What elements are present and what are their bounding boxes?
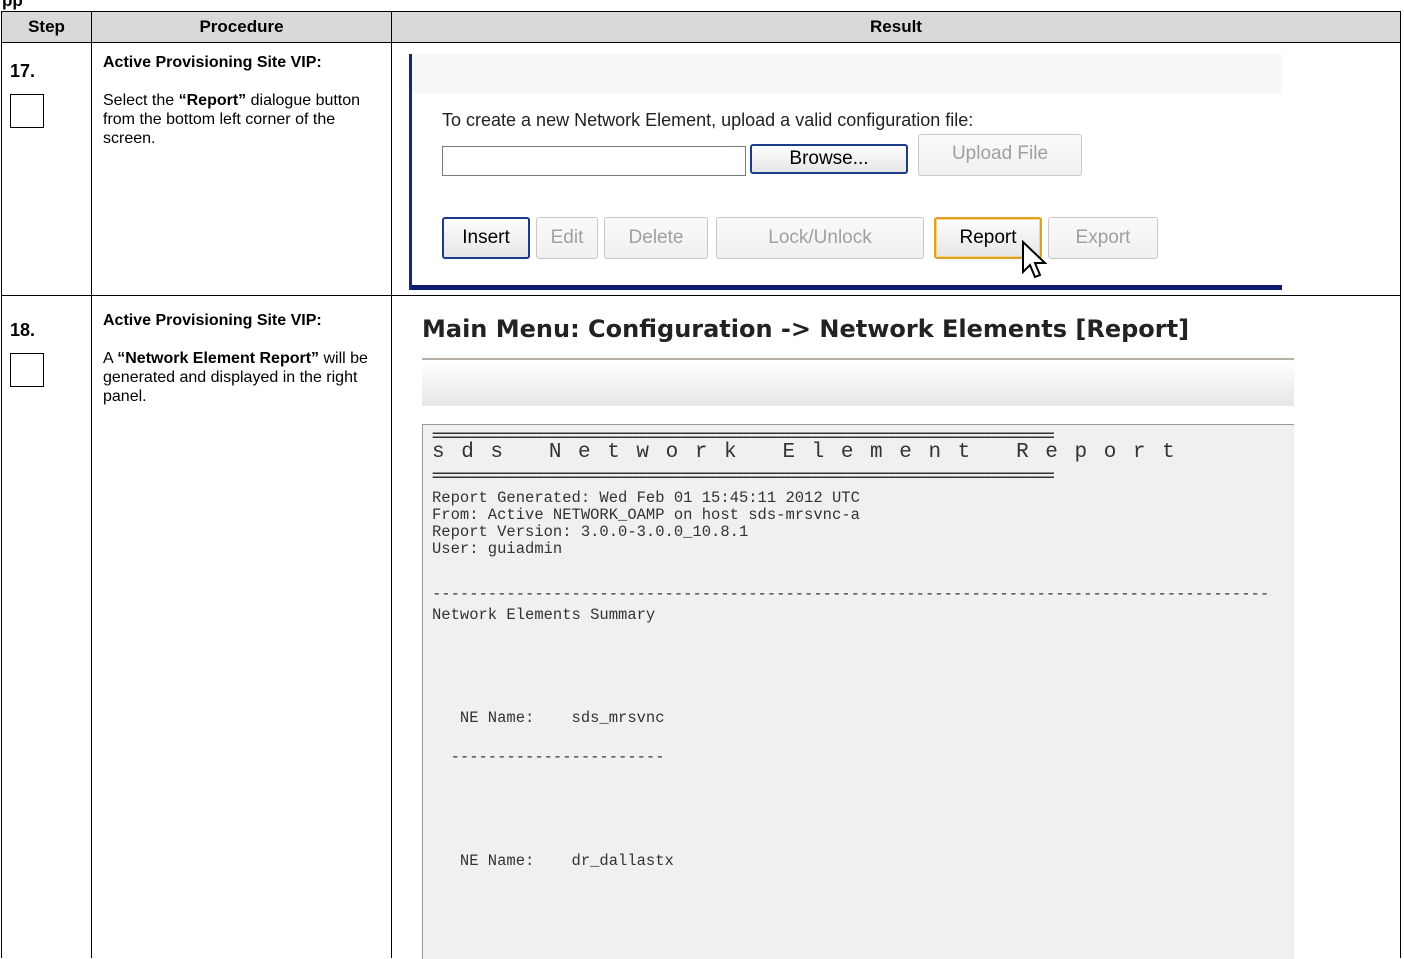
mouse-pointer-icon <box>1022 240 1047 279</box>
result-cell: Main Menu: Configuration -> Network Elem… <box>391 295 1401 959</box>
header-step: Step <box>1 11 92 43</box>
lock-unlock-button[interactable]: Lock/Unlock <box>716 217 924 259</box>
upload-prompt: To create a new Network Element, upload … <box>442 110 974 130</box>
procedure-title: Active Provisioning Site VIP: <box>103 54 322 71</box>
step-cell: 18. <box>1 295 92 958</box>
report-ne-name-2: NE Name: dr_dallastx <box>432 852 674 870</box>
procedure-title: Active Provisioning Site VIP: <box>103 312 322 329</box>
page-fragment-text: pp <box>2 0 23 10</box>
browse-button[interactable]: Browse... <box>750 144 908 174</box>
procedure-text: A “Network Element Report” will be gener… <box>103 350 368 405</box>
procedure-cell: Active Provisioning Site VIP: A “Network… <box>91 295 392 958</box>
delete-button[interactable]: Delete <box>604 217 708 259</box>
screenshot-bottom-bar <box>412 285 1282 290</box>
step-cell: 17. <box>1 42 92 296</box>
report-heading: s d s N e t w o r k E l e m e n t R e p … <box>432 441 1177 464</box>
report-version: Report Version: 3.0.0-3.0.0_10.8.1 <box>432 523 749 541</box>
edit-button[interactable]: Edit <box>536 217 598 259</box>
network-element-report-screenshot: Main Menu: Configuration -> Network Elem… <box>392 296 1400 959</box>
header-result: Result <box>391 11 1401 43</box>
report-ne-separator: ----------------------- <box>432 748 665 766</box>
report-panel[interactable]: ========================================… <box>422 424 1294 959</box>
toolbar-area <box>422 360 1294 406</box>
table-row-step-17: 17. Active Provisioning Site VIP: Select… <box>1 42 1401 296</box>
step-number: 18. <box>10 320 36 340</box>
step-checkbox[interactable] <box>10 353 44 387</box>
procedure-cell: Active Provisioning Site VIP: Select the… <box>91 42 392 296</box>
page-title: Main Menu: Configuration -> Network Elem… <box>422 315 1190 343</box>
report-generated: Report Generated: Wed Feb 01 15:45:11 20… <box>432 489 860 507</box>
file-path-input[interactable] <box>442 146 746 176</box>
table-header-row: Step Procedure Result <box>1 11 1401 43</box>
report-button-screenshot: To create a new Network Element, upload … <box>392 43 1400 295</box>
export-button[interactable]: Export <box>1048 217 1158 259</box>
procedure-table: Step Procedure Result 17. Active Provisi… <box>1 11 1401 959</box>
report-dash-separator: ----------------------------------------… <box>432 585 1270 603</box>
report-ne-name-1: NE Name: sds_mrsvnc <box>432 709 665 727</box>
report-separator: ========================================… <box>432 469 1055 485</box>
header-procedure: Procedure <box>91 11 392 43</box>
report-user: User: guiadmin <box>432 540 563 558</box>
report-summary-heading: Network Elements Summary <box>432 606 656 624</box>
insert-button[interactable]: Insert <box>442 217 530 259</box>
result-cell: To create a new Network Element, upload … <box>391 42 1401 296</box>
report-from: From: Active NETWORK_OAMP on host sds-mr… <box>432 506 860 524</box>
screenshot-top-bar <box>412 54 1282 94</box>
step-checkbox[interactable] <box>10 94 44 128</box>
step-number: 17. <box>10 61 36 81</box>
screenshot-frame: To create a new Network Element, upload … <box>409 54 1282 290</box>
procedure-text: Select the “Report” dialogue button from… <box>103 92 361 147</box>
upload-file-button[interactable]: Upload File <box>918 134 1082 176</box>
table-row-step-18: 18. Active Provisioning Site VIP: A “Net… <box>1 295 1401 959</box>
